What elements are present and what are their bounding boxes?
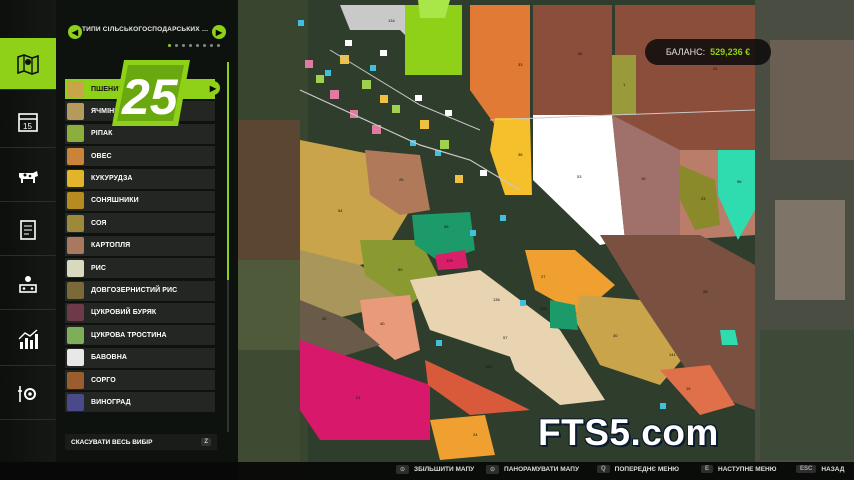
crop-item[interactable]: ОВЕС xyxy=(65,146,215,167)
svg-text:129: 129 xyxy=(446,258,453,263)
crop-item[interactable]: ДОВГОЗЕРНИСТИЙ РИС xyxy=(65,280,215,301)
crop-item[interactable]: БАВОВНА xyxy=(65,347,215,368)
watermark: FTS5.com xyxy=(538,412,719,453)
crop-item[interactable]: КУКУРУДЗА xyxy=(65,168,215,189)
crop-thumbnail-icon xyxy=(67,282,84,300)
svg-text:15: 15 xyxy=(23,122,32,131)
crop-thumbnail-icon xyxy=(67,259,84,277)
crop-label: СОНЯШНИКИ xyxy=(91,197,139,205)
balance-label: БАЛАНС: xyxy=(665,47,706,57)
svg-text:30: 30 xyxy=(613,333,618,338)
crop-item[interactable]: РИС xyxy=(65,258,215,279)
svg-text:28: 28 xyxy=(703,289,708,294)
control-hints-bar: ⊙ ЗБІЛЬШИТИ МАПУ ⊙ ПАНОРАМУВАТИ МАПУ Q ПОПЕ… xyxy=(0,462,854,480)
svg-text:128: 128 xyxy=(540,306,547,311)
balance-display: БАЛАНС: 529,236 € xyxy=(645,39,771,65)
hint-pan: ⊙ ПАНОРАМУВАТИ МАПУ xyxy=(486,465,579,474)
crop-label: КУКУРУДЗА xyxy=(91,175,133,183)
crop-thumbnail-icon xyxy=(67,237,84,255)
crop-thumbnail-icon xyxy=(67,393,84,411)
crop-label: БАВОВНА xyxy=(91,354,128,362)
map-icon[interactable] xyxy=(0,38,56,90)
svg-text:50: 50 xyxy=(398,267,403,272)
svg-text:32: 32 xyxy=(322,316,327,321)
svg-text:53: 53 xyxy=(577,174,582,179)
crop-thumbnail-icon xyxy=(67,214,84,232)
svg-text:134: 134 xyxy=(388,18,395,23)
crop-item[interactable]: СОНЯШНИКИ xyxy=(65,190,215,211)
svg-text:23: 23 xyxy=(701,196,706,201)
svg-text:33: 33 xyxy=(518,62,523,67)
page-indicator xyxy=(168,44,220,47)
hint-back[interactable]: ESC НАЗАД xyxy=(796,465,844,473)
crop-label: ЦУКРОВА ТРОСТИНА xyxy=(91,331,167,339)
hint-zoom: ⊙ ЗБІЛЬШИТИ МАПУ xyxy=(396,465,474,474)
crop-item[interactable]: КАРТОПЛЯ xyxy=(65,235,215,256)
balance-value: 529,236 € xyxy=(710,47,751,57)
svg-text:26: 26 xyxy=(399,177,404,182)
svg-text:19: 19 xyxy=(641,176,646,181)
svg-text:52: 52 xyxy=(578,51,583,56)
svg-text:16: 16 xyxy=(686,386,691,391)
settings-icon[interactable] xyxy=(0,368,56,420)
crop-thumbnail-icon xyxy=(67,125,84,143)
crop-thumbnail-icon xyxy=(67,170,84,188)
game-logo: 25 xyxy=(112,60,190,126)
svg-text:22: 22 xyxy=(713,66,718,71)
svg-text:55: 55 xyxy=(444,224,449,229)
crop-item[interactable]: СОРГО xyxy=(65,370,215,391)
panel-title: ТИПИ СІЛЬСЬКОГОСПОДАРСЬКИХ КУЛЬТУ... xyxy=(82,26,212,33)
svg-text:141: 141 xyxy=(669,352,676,357)
clear-selection-key: Z xyxy=(201,438,211,446)
svg-text:96: 96 xyxy=(737,179,742,184)
next-page-arrow-icon[interactable]: ▶ xyxy=(212,25,226,39)
crop-thumbnail-icon xyxy=(67,349,84,367)
hint-previous-menu[interactable]: Q ПОПЕРЕДНЄ МЕНЮ xyxy=(597,465,679,473)
crop-thumbnail-icon xyxy=(67,102,84,120)
crop-label: СОРГО xyxy=(91,376,116,384)
crop-label: РИС xyxy=(91,264,107,272)
production-icon[interactable] xyxy=(0,258,56,310)
scrollbar-thumb[interactable] xyxy=(227,62,229,280)
crop-label: ВИНОГРАД xyxy=(91,398,131,406)
crop-item[interactable]: ЦУКРОВА ТРОСТИНА xyxy=(65,325,215,346)
previous-page-arrow-icon[interactable]: ◀ xyxy=(68,25,82,39)
selected-item-arrow-icon: ▶ xyxy=(206,81,220,95)
mouse-drag-icon: ⊙ xyxy=(486,465,500,474)
crop-item[interactable]: ЦУКРОВИЙ БУРЯК xyxy=(65,302,215,323)
svg-text:36: 36 xyxy=(518,152,523,157)
clear-selection-button[interactable]: СКАСУВАТИ ВЕСЬ ВИБІР Z xyxy=(65,434,217,450)
crop-item[interactable]: СОЯ xyxy=(65,213,215,234)
mouse-wheel-icon: ⊙ xyxy=(396,465,410,474)
crop-thumbnail-icon xyxy=(67,192,84,210)
svg-text:54: 54 xyxy=(338,208,343,213)
svg-text:25: 25 xyxy=(121,69,179,125)
main-menu-sidebar: 15 xyxy=(0,0,56,480)
crop-label: СОЯ xyxy=(91,219,107,227)
svg-text:24: 24 xyxy=(473,432,478,437)
crop-thumbnail-icon xyxy=(67,304,84,322)
crop-label: ДОВГОЗЕРНИСТИЙ РИС xyxy=(91,287,178,295)
svg-text:21: 21 xyxy=(356,395,361,400)
animals-icon[interactable] xyxy=(0,150,56,202)
crop-thumbnail-icon xyxy=(67,147,84,165)
crop-thumbnail-icon xyxy=(67,326,84,344)
hint-next-menu[interactable]: E НАСТУПНЕ МЕНЮ xyxy=(701,465,776,473)
crop-item[interactable]: ВИНОГРАД xyxy=(65,392,215,413)
contracts-icon[interactable] xyxy=(0,204,56,256)
statistics-icon[interactable] xyxy=(0,314,56,366)
svg-text:57: 57 xyxy=(503,335,508,340)
calendar-icon[interactable]: 15 xyxy=(0,96,56,148)
crop-label: ЦУКРОВИЙ БУРЯК xyxy=(91,309,157,317)
crop-label: КАРТОПЛЯ xyxy=(91,242,131,250)
crop-thumbnail-icon xyxy=(67,371,84,389)
crop-thumbnail-icon xyxy=(67,80,84,98)
crop-label: РІПАК xyxy=(91,130,113,138)
crop-label: ОВЕС xyxy=(91,152,112,160)
svg-text:40: 40 xyxy=(380,321,385,326)
svg-text:136: 136 xyxy=(493,297,500,302)
svg-text:143: 143 xyxy=(485,364,492,369)
clear-selection-label: СКАСУВАТИ ВЕСЬ ВИБІР xyxy=(71,438,153,446)
svg-text:27: 27 xyxy=(541,274,546,279)
